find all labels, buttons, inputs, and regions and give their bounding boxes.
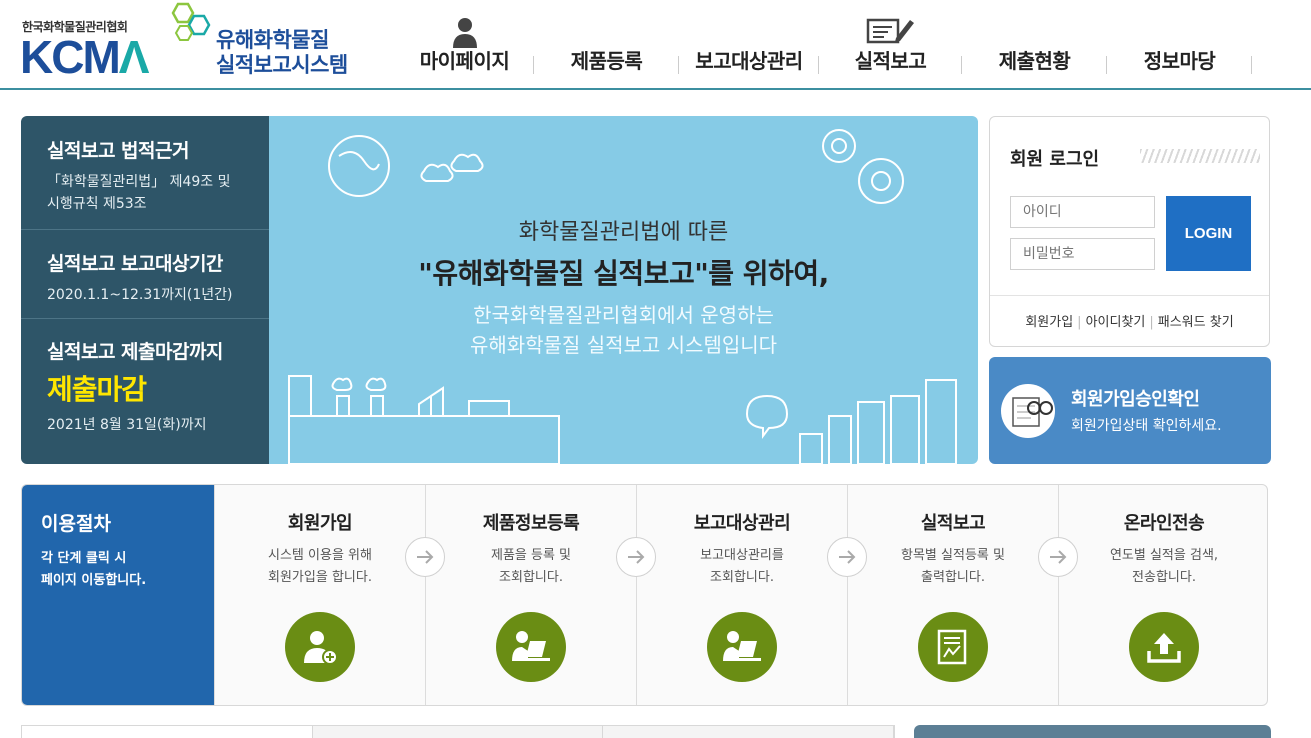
site-logo[interactable]: 한국화학물질관리협회 KCMΛ 유해화학물질 실적보고시스템 — [20, 2, 365, 84]
join-link[interactable]: 회원가입 — [1025, 315, 1073, 330]
step-title: 제품정보등록 — [482, 513, 580, 534]
step-join[interactable]: 회원가입 시스템 이용을 위해 회원가입을 합니다. — [214, 485, 425, 705]
password-input[interactable] — [1010, 238, 1155, 270]
step-report-target[interactable]: 보고대상관리 보고대상관리를 조회합니다. — [636, 485, 847, 705]
main-nav: 마이페이지 제품등록 보고대상관리 실적보고 제출현황 정보마당 — [395, 0, 1252, 90]
arrow-right-icon — [616, 537, 656, 577]
banner-text: 화학물질관리법에 따른 "유해화학물질 실적보고"를 위하여, 한국화학물질관리… — [269, 214, 978, 360]
bottom-side-box — [914, 725, 1271, 738]
person-icon — [452, 18, 477, 48]
logo-wordmark: KCMΛ — [20, 31, 149, 83]
process-desc: 각 단계 클릭 시 페이지 이동합니다. — [41, 551, 147, 588]
arrow-right-icon — [827, 537, 867, 577]
step-desc: 시스템 이용을 위해 회원가입을 합니다. — [268, 548, 372, 585]
upload-icon — [1129, 612, 1199, 682]
find-password-link[interactable]: 패스워드 찾기 — [1158, 315, 1234, 330]
step-desc: 연도별 실적을 검색, 전송합니다. — [1109, 548, 1219, 585]
process-title: 이용절차 — [41, 513, 111, 535]
step-desc: 보고대상관리를 조회합니다. — [700, 548, 784, 585]
report-info-panel: 실적보고 법적근거 「화학물질관리법」 제49조 및 시행규칙 제53조 실적보… — [21, 116, 269, 464]
banner-subtext: 한국화학물질관리협회에서 운영하는 유해화학물질 실적보고 시스템입니다 — [469, 303, 778, 357]
approval-title: 회원가입승인확인 — [1071, 389, 1200, 410]
main-banner: 화학물질관리법에 따른 "유해화학물질 실적보고"를 위하여, 한국화학물질관리… — [269, 116, 978, 464]
divider — [21, 318, 269, 319]
legal-basis-title: 실적보고 법적근거 — [47, 140, 189, 162]
login-button[interactable]: LOGIN — [1166, 196, 1251, 271]
login-box: 회원 로그인 LOGIN 회원가입|아이디찾기|패스워드 찾기 — [989, 116, 1270, 347]
step-online-transfer[interactable]: 온라인전송 연도별 실적을 검색, 전송합니다. — [1058, 485, 1267, 705]
report-period-title: 실적보고 보고대상기간 — [47, 253, 223, 275]
submission-deadline: 실적보고 제출마감까지 제출마감 2021년 8월 31일(화)까지 — [21, 337, 269, 436]
legal-basis-desc-2: 시행규칙 제53조 — [47, 196, 147, 212]
nav-report-target[interactable]: 보고대상관리 — [679, 0, 819, 90]
decorative-stripe — [1140, 149, 1260, 163]
arrow-right-icon — [405, 537, 445, 577]
report-chart-icon — [918, 612, 988, 682]
usage-process: 이용절차 각 단계 클릭 시 페이지 이동합니다. 회원가입 시스템 이용을 위… — [21, 484, 1268, 706]
id-input[interactable] — [1010, 196, 1155, 228]
step-title: 보고대상관리 — [693, 513, 791, 534]
report-period: 실적보고 보고대상기간 2020.1.1~12.31까지(1년간) — [21, 249, 269, 306]
divider — [21, 229, 269, 230]
process-header: 이용절차 각 단계 클릭 시 페이지 이동합니다. — [22, 485, 214, 705]
step-title: 온라인전송 — [1123, 513, 1205, 534]
site-header: 한국화학물질관리협회 KCMΛ 유해화학물질 실적보고시스템 마이페이지 제품등… — [0, 0, 1311, 90]
banner-headline: "유해화학물질 실적보고"를 위하여, — [418, 257, 829, 290]
arrow-right-icon — [1038, 537, 1078, 577]
nav-performance-report[interactable]: 실적보고 — [819, 0, 962, 90]
notebook-glasses-icon — [1001, 384, 1055, 438]
deadline-title: 실적보고 제출마감까지 — [47, 341, 223, 363]
tab-3[interactable] — [603, 726, 895, 738]
find-id-link[interactable]: 아이디찾기 — [1086, 315, 1146, 330]
user-add-icon — [285, 612, 355, 682]
login-title: 회원 로그인 — [1010, 149, 1100, 170]
tab-2[interactable] — [313, 726, 604, 738]
document-pen-icon — [866, 18, 914, 44]
login-links: 회원가입 | 아이디찾기 | 패스워드 찾기 — [1025, 315, 1234, 330]
divider — [990, 295, 1269, 296]
nav-product-register[interactable]: 제품등록 — [534, 0, 679, 90]
approval-desc: 회원가입상태 확인하세요. — [1071, 418, 1222, 434]
banner-line-1: 화학물질관리법에 따른 — [518, 220, 729, 245]
step-title: 회원가입 — [287, 513, 353, 534]
nav-submission-status[interactable]: 제출현황 — [962, 0, 1107, 90]
tab-1[interactable] — [22, 726, 313, 738]
report-period-desc: 2020.1.1~12.31까지(1년간) — [47, 287, 233, 303]
system-title: 유해화학물질 실적보고시스템 — [216, 28, 348, 77]
deadline-date: 2021년 8월 31일(화)까지 — [47, 417, 207, 433]
user-laptop-icon — [496, 612, 566, 682]
nav-mypage[interactable]: 마이페이지 — [395, 0, 534, 90]
step-desc: 제품을 등록 및 조회합니다. — [490, 548, 572, 585]
step-desc: 항목별 실적등록 및 출력합니다. — [901, 548, 1005, 585]
notice-tabs — [21, 725, 895, 738]
hexagon-logo-icon — [171, 2, 211, 41]
nav-info-board[interactable]: 정보마당 — [1107, 0, 1252, 90]
user-laptop-icon — [707, 612, 777, 682]
step-title: 실적보고 — [920, 513, 986, 534]
deadline-highlight: 제출마감 — [47, 373, 147, 406]
member-approval-check[interactable]: 회원가입승인확인 회원가입상태 확인하세요. — [989, 357, 1271, 464]
step-performance-report[interactable]: 실적보고 항목별 실적등록 및 출력합니다. — [847, 485, 1058, 705]
legal-basis: 실적보고 법적근거 「화학물질관리법」 제49조 및 시행규칙 제53조 — [21, 136, 269, 215]
step-product-register[interactable]: 제품정보등록 제품을 등록 및 조회합니다. — [425, 485, 636, 705]
legal-basis-desc: 「화학물질관리법」 제49조 및 — [47, 174, 231, 190]
